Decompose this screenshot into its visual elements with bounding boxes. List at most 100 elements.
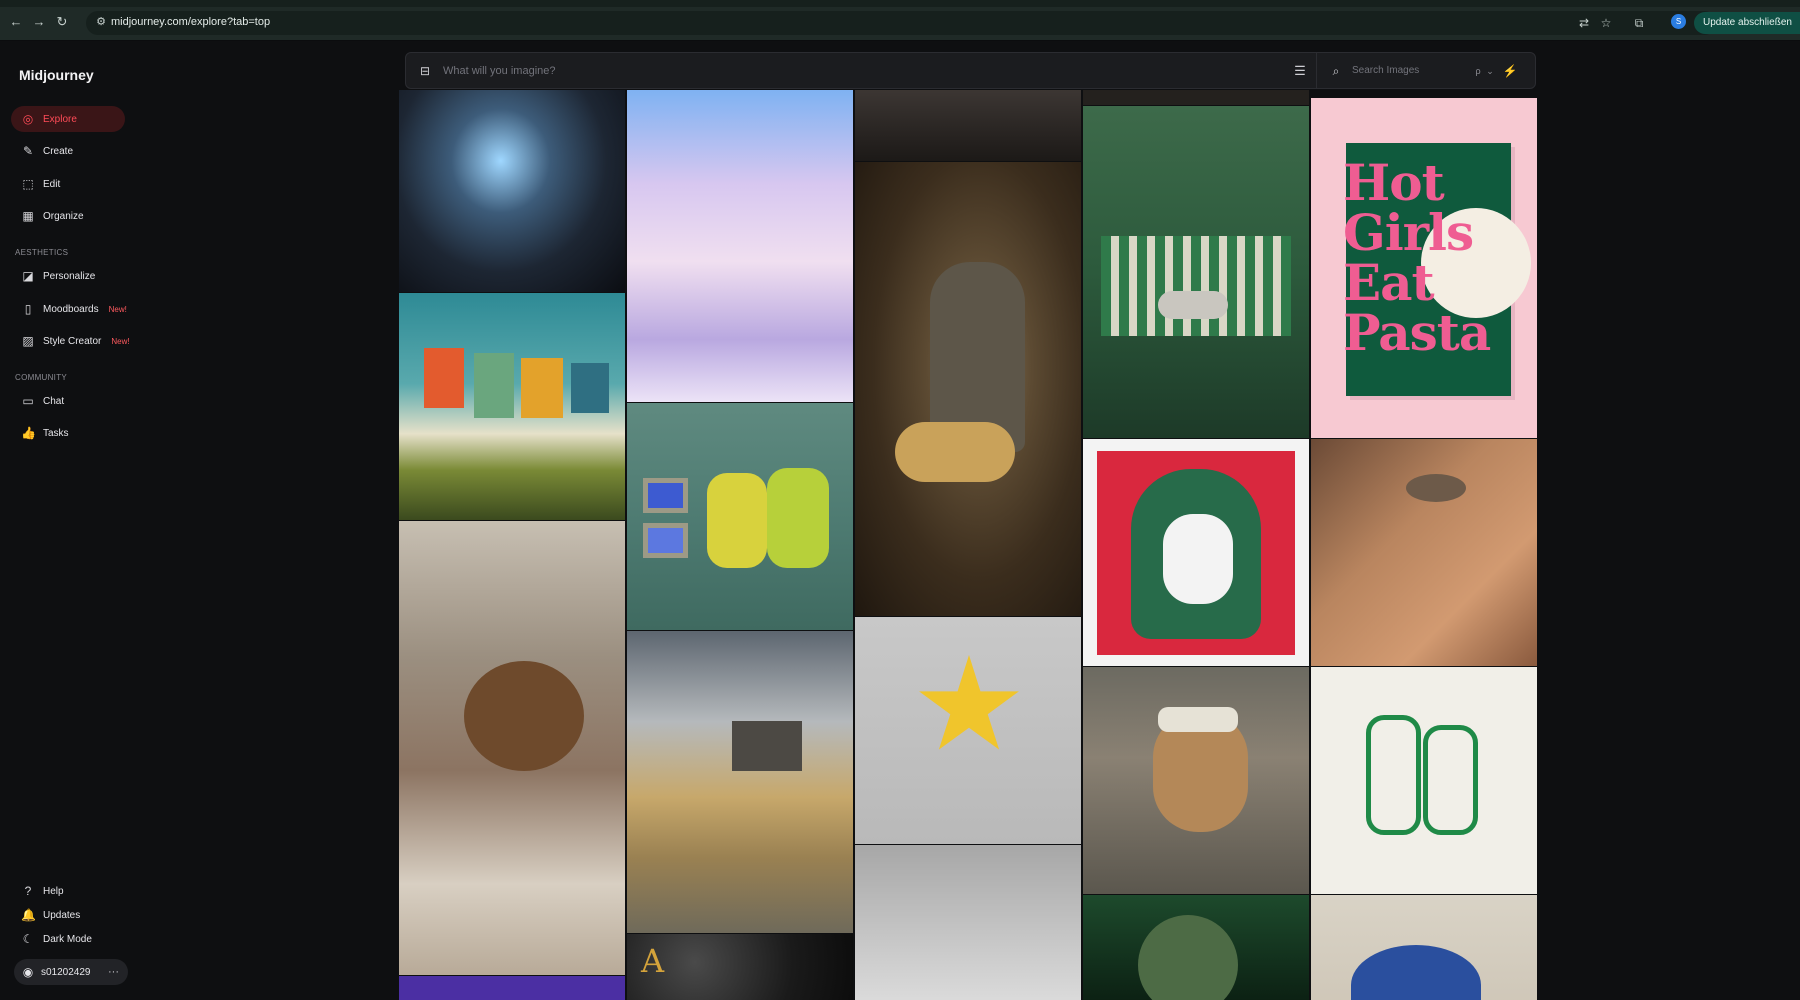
image-tile-felt-star[interactable] bbox=[855, 617, 1082, 845]
search-input[interactable]: Search Images bbox=[1352, 65, 1472, 76]
nav-create[interactable]: ✎ Create bbox=[11, 138, 125, 164]
striped-sofa bbox=[1101, 236, 1291, 336]
nav-help-label: Help bbox=[43, 885, 64, 897]
community-section-label: COMMUNITY bbox=[15, 373, 68, 382]
address-bar[interactable]: ⚙ midjourney.com/explore?tab=top ⇄ ☆ ⧉ bbox=[86, 11, 1716, 35]
user-avatar-icon: ◉ bbox=[22, 965, 34, 979]
thumbs-up-icon: 👍 bbox=[21, 426, 36, 440]
browser-tab-strip bbox=[0, 0, 1800, 7]
nav-moodboards[interactable]: ▯ Moodboards New! bbox=[11, 296, 161, 322]
browser-toolbar: ← → ↻ ⚙ midjourney.com/explore?tab=top ⇄… bbox=[0, 0, 1800, 41]
style-icon: ▨ bbox=[22, 334, 34, 348]
bookmark-star-icon[interactable]: ☆ bbox=[1598, 15, 1614, 31]
prompt-input[interactable]: What will you imagine? bbox=[443, 65, 556, 77]
image-tile-gold-letters[interactable]: A bbox=[627, 934, 854, 1000]
back-icon[interactable]: ← bbox=[8, 14, 24, 30]
sleeping-cat bbox=[1158, 291, 1228, 319]
tv-screen-1 bbox=[643, 478, 688, 513]
edit-icon: ⬚ bbox=[22, 177, 34, 191]
image-tile-green-bags[interactable] bbox=[1311, 667, 1538, 895]
poster-headline: Hot Girls Eat Pasta bbox=[1343, 153, 1491, 362]
image-tile-cat-cashier[interactable] bbox=[1083, 667, 1310, 895]
eye bbox=[1406, 474, 1466, 502]
prompt-bar[interactable]: ⊟ What will you imagine? ☰ bbox=[405, 52, 1319, 89]
star-plush bbox=[919, 655, 1019, 750]
nav-help[interactable]: ? Help bbox=[11, 878, 125, 904]
search-filter-icon[interactable]: ρ bbox=[1472, 65, 1484, 77]
new-badge: New! bbox=[108, 304, 127, 314]
laundry-shirt-red bbox=[424, 348, 464, 408]
nav-edit[interactable]: ⬚ Edit bbox=[11, 171, 125, 197]
moodboard-icon: ▯ bbox=[24, 302, 32, 316]
user-menu[interactable]: ◉ s01202429 ··· bbox=[14, 959, 128, 985]
image-tile-purple-tile[interactable] bbox=[399, 976, 626, 1000]
forward-icon[interactable]: → bbox=[31, 14, 47, 30]
image-tile-mermaid-statue[interactable] bbox=[399, 90, 626, 293]
nav-edit-label: Edit bbox=[43, 178, 61, 190]
help-icon: ? bbox=[24, 884, 32, 898]
translate-icon[interactable]: ⇄ bbox=[1576, 15, 1592, 31]
image-tile-child-drawing[interactable] bbox=[399, 521, 626, 976]
moon-icon: ☾ bbox=[22, 932, 34, 946]
more-options-icon[interactable]: ··· bbox=[108, 966, 119, 978]
house-silhouette bbox=[732, 721, 802, 771]
nav-dark-mode-label: Dark Mode bbox=[43, 933, 92, 945]
app-logo[interactable]: Midjourney bbox=[19, 67, 94, 83]
url-text[interactable]: midjourney.com/explore?tab=top bbox=[111, 16, 270, 28]
update-button[interactable]: Update abschließen bbox=[1694, 12, 1800, 34]
chevron-down-icon[interactable]: ⌄ bbox=[1484, 65, 1496, 77]
image-tile-pasta-poster[interactable]: Hot Girls Eat Pasta bbox=[1311, 98, 1538, 439]
image-tile-abandoned-house[interactable] bbox=[627, 631, 854, 934]
image-tile-alien-portrait[interactable] bbox=[1083, 895, 1310, 1000]
image-tile-blue-embroidery[interactable] bbox=[1311, 895, 1538, 1000]
search-bar[interactable]: ⌕ Search Images ρ ⌄ ⚡ bbox=[1316, 52, 1536, 89]
nav-chat[interactable]: ▭ Chat bbox=[11, 388, 125, 414]
nav-personalize[interactable]: ◪ Personalize bbox=[11, 263, 125, 289]
nav-style-creator[interactable]: ▨ Style Creator New! bbox=[11, 328, 161, 354]
lightning-icon[interactable]: ⚡ bbox=[1502, 63, 1518, 79]
grid-icon: ▦ bbox=[22, 209, 34, 223]
bag-outline-1 bbox=[1366, 715, 1421, 835]
monster-yellow bbox=[707, 473, 767, 568]
image-grid: A Hot Girls Eat Pasta bbox=[399, 90, 1545, 1000]
reload-icon[interactable]: ↻ bbox=[54, 14, 70, 30]
image-tile-green-sofa-cat[interactable] bbox=[1083, 106, 1310, 439]
nav-organize-label: Organize bbox=[43, 210, 84, 222]
image-tile-dark-sculpture[interactable] bbox=[855, 90, 1082, 162]
nav-organize[interactable]: ▦ Organize bbox=[11, 203, 125, 229]
nav-dark-mode[interactable]: ☾ Dark Mode bbox=[11, 926, 125, 952]
palette-icon: ◪ bbox=[22, 269, 34, 283]
explore-feed: A Hot Girls Eat Pasta ⊟ What will you im… bbox=[396, 41, 1800, 1000]
site-settings-icon[interactable]: ⚙ bbox=[94, 15, 108, 29]
settings-sliders-icon[interactable]: ☰ bbox=[1292, 63, 1308, 79]
image-prompt-icon[interactable]: ⊟ bbox=[417, 63, 433, 79]
image-tile-gorilla-logo[interactable] bbox=[1083, 439, 1310, 667]
extensions-icon[interactable]: ⧉ bbox=[1631, 15, 1647, 31]
image-tile-angel-statue[interactable] bbox=[855, 162, 1082, 617]
image-tile-dark-tile[interactable] bbox=[1083, 90, 1310, 106]
image-tile-crystal-palace[interactable] bbox=[627, 90, 854, 403]
sidebar: Midjourney ◎ Explore ✎ Create ⬚ Edit ▦ O… bbox=[0, 41, 396, 1000]
nav-updates[interactable]: 🔔 Updates bbox=[11, 902, 125, 928]
cat-cap bbox=[1158, 707, 1238, 732]
image-tile-skin-closeup[interactable] bbox=[1311, 439, 1538, 667]
compass-icon: ◎ bbox=[22, 112, 34, 126]
laundry-shirt-green bbox=[474, 353, 514, 418]
image-tile-grey-tile[interactable] bbox=[855, 845, 1082, 1000]
username: s01202429 bbox=[41, 966, 91, 978]
nav-style-creator-label: Style Creator bbox=[43, 335, 102, 347]
gold-letter-a: A bbox=[641, 942, 665, 980]
nav-explore-label: Explore bbox=[43, 113, 77, 125]
alien-head bbox=[1138, 915, 1238, 1000]
nav-explore[interactable]: ◎ Explore bbox=[11, 106, 125, 132]
nav-moodboards-label: Moodboards bbox=[43, 303, 99, 315]
nav-tasks[interactable]: 👍 Tasks bbox=[11, 420, 125, 446]
nav-updates-label: Updates bbox=[43, 909, 81, 921]
nav-personalize-label: Personalize bbox=[43, 270, 96, 282]
laundry-shirt-yellow bbox=[521, 358, 563, 418]
image-tile-laundry-line[interactable] bbox=[399, 293, 626, 521]
chat-icon: ▭ bbox=[22, 394, 34, 408]
search-icon: ⌕ bbox=[1332, 63, 1340, 78]
image-tile-monsters-tv[interactable] bbox=[627, 403, 854, 631]
profile-avatar[interactable]: S bbox=[1671, 14, 1686, 29]
